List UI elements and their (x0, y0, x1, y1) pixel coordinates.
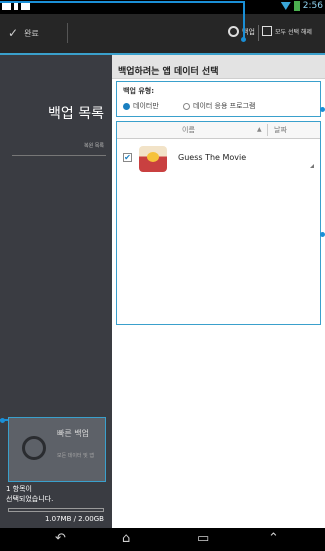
page-title: 백업하려는 앱 데이터 선택 (112, 55, 325, 79)
storage-bar (8, 508, 104, 512)
callout-dot (320, 107, 325, 112)
callout-line (0, 1, 245, 3)
list-header: 이름 ▲ 날짜 (117, 122, 320, 139)
checkbox[interactable]: ✔ (123, 153, 132, 162)
main-panel: 백업하려는 앱 데이터 선택 백업 유형: 데이터만 데이터 응용 프로그램 이… (112, 55, 325, 528)
app-name: Guess The Movie (178, 153, 247, 162)
action-bar: ✓ 완료 백업 모두 선택 해제 (0, 14, 325, 55)
expand-corner-icon (310, 164, 314, 168)
sidebar: 백업 목록 복원 목록 빠른 백업 모든 데이터 및 앱 1 항목이 선택되었습… (0, 55, 112, 528)
backup-button[interactable]: 백업 (228, 26, 255, 37)
col-name-header[interactable]: 이름 (182, 125, 195, 135)
callout-dot (320, 232, 325, 237)
restore-list-link[interactable]: 복원 목록 (84, 142, 104, 149)
status-icons-right: 2:56 (280, 1, 323, 11)
sort-up-icon: ▲ (257, 126, 262, 133)
popcorn-icon (147, 152, 159, 162)
deselect-all-button[interactable]: 모두 선택 해제 (262, 26, 312, 36)
radio-selected-icon (123, 102, 130, 110)
select-all-icon (262, 26, 272, 36)
battery-icon (293, 1, 300, 11)
backup-icon (228, 26, 239, 37)
divider (258, 25, 259, 41)
divider (67, 23, 68, 43)
option-data-only[interactable]: 데이터만 (123, 101, 159, 111)
col-date-header[interactable]: 날짜 (274, 125, 287, 135)
up-icon[interactable]: ⌃ (268, 531, 279, 547)
image-icon (2, 2, 11, 10)
navigation-bar: ↶ ⌂ ▭ ⌃ (0, 528, 325, 551)
wifi-icon (280, 2, 291, 10)
sd-card-icon (21, 2, 30, 10)
backup-type-label: 백업 유형: (123, 87, 154, 95)
guess-the-movie-icon (139, 146, 167, 172)
deselect-all-label: 모두 선택 해제 (275, 28, 312, 36)
radio-unselected-icon (183, 102, 190, 110)
clock: 2:56 (302, 1, 323, 11)
backup-type-group: 백업 유형: 데이터만 데이터 응용 프로그램 (116, 81, 321, 117)
status-icons-left (2, 2, 30, 10)
option-data-app[interactable]: 데이터 응용 프로그램 (183, 101, 255, 111)
list-item[interactable]: ✔ Guess The Movie (117, 139, 320, 177)
callout-line (243, 1, 245, 39)
home-icon[interactable]: ⌂ (122, 531, 130, 547)
done-label: 완료 (24, 28, 39, 38)
selected-text: 선택되었습니다. (6, 495, 54, 503)
check-icon: ✓ (8, 26, 19, 40)
usb-icon (14, 2, 18, 10)
backup-list-title: 백업 목록 (48, 106, 104, 122)
option-data-app-label: 데이터 응용 프로그램 (193, 102, 256, 110)
quick-backup-tile[interactable]: 빠른 백업 모든 데이터 및 앱 (8, 417, 106, 482)
quick-backup-subtitle: 모든 데이터 및 앱 (57, 453, 94, 459)
selected-count: 1 항목이 (6, 485, 32, 493)
recent-apps-icon[interactable]: ▭ (197, 531, 209, 547)
option-data-only-label: 데이터만 (133, 102, 159, 110)
backup-clock-icon (22, 436, 46, 460)
storage-size: 1.07MB / 2.00GB (44, 515, 104, 523)
app-list: 이름 ▲ 날짜 ✔ Guess The Movie (116, 121, 321, 325)
divider (267, 124, 268, 136)
callout-dot (241, 37, 246, 42)
callout-dot (0, 418, 5, 423)
back-icon[interactable]: ↶ (55, 531, 66, 547)
divider (12, 155, 106, 156)
quick-backup-title: 빠른 백업 (57, 429, 89, 438)
done-button[interactable]: ✓ 완료 (8, 26, 39, 40)
